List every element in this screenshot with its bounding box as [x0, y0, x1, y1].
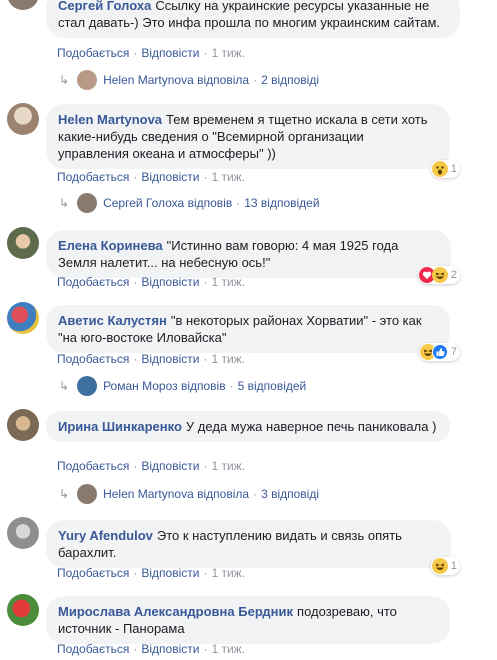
reply-count: 13 відповідей: [244, 196, 320, 210]
reaction-count: 2: [450, 269, 457, 281]
reply-link[interactable]: Відповісти: [141, 459, 199, 473]
comment-actions: Подобається · Відповісти · 1 тиж.: [57, 642, 246, 656]
comment-author[interactable]: Аветис Калустян: [58, 313, 167, 328]
comment-bubble: Yury Afendulov Это к наступлению видать и…: [46, 520, 451, 568]
avatar[interactable]: [7, 409, 39, 441]
avatar: [77, 70, 98, 90]
replies-link[interactable]: ↲ Helen Martynova відповіла · 3 відповіді: [59, 484, 319, 504]
like-link[interactable]: Подобається: [57, 275, 129, 289]
reply-verb: відповів: [180, 379, 226, 393]
comment-author[interactable]: Yury Afendulov: [58, 528, 153, 543]
replies-link[interactable]: ↲ Helen Martynova відповіла · 2 відповіді: [59, 70, 319, 90]
reply-arrow-icon: ↲: [59, 487, 70, 501]
reply-link[interactable]: Відповісти: [141, 352, 199, 366]
comment-bubble: Елена Коринева "Истинно вам говорю: 4 мая…: [46, 230, 451, 278]
reply-verb: відповіла: [197, 73, 250, 87]
like-link[interactable]: Подобається: [57, 352, 129, 366]
reply-link[interactable]: Відповісти: [141, 566, 199, 580]
comment-actions: Подобається · Відповісти · 1 тиж.: [57, 566, 246, 580]
comment-time[interactable]: 1 тиж.: [211, 46, 245, 60]
like-link[interactable]: Подобається: [57, 459, 129, 473]
reaction-count: 1: [450, 560, 457, 572]
comment-time[interactable]: 1 тиж.: [211, 642, 245, 656]
reply-author: Сергей Голоха: [103, 196, 185, 210]
reply-arrow-icon: ↲: [59, 73, 70, 87]
reply-author: Helen Martynova: [103, 73, 194, 87]
like-reaction-icon: [431, 344, 448, 360]
avatar: [77, 376, 98, 396]
like-link[interactable]: Подобається: [57, 46, 129, 60]
comment-time[interactable]: 1 тиж.: [211, 566, 245, 580]
comment-time[interactable]: 1 тиж.: [211, 352, 245, 366]
reply-link[interactable]: Відповісти: [141, 170, 199, 184]
comment-text: У деда мужа наверное печь паниковала ): [185, 419, 437, 434]
comment-bubble: Ирина Шинкаренко У деда мужа наверное печ…: [46, 411, 450, 442]
comment-bubble: Мирослава Александровна Бердник подозрева…: [46, 596, 450, 644]
reaction-summary[interactable]: 7: [418, 343, 460, 361]
comment-bubble: Сергей Голоха Ссылку на украинские ресурс…: [46, 0, 460, 38]
avatar[interactable]: [7, 594, 39, 626]
reply-arrow-icon: ↲: [59, 379, 70, 393]
replies-link[interactable]: ↲ Сергей Голоха відповів · 13 відповідей: [59, 193, 320, 213]
haha-reaction-icon: [431, 267, 448, 283]
reply-link[interactable]: Відповісти: [141, 46, 199, 60]
reply-count: 2 відповіді: [261, 73, 319, 87]
avatar[interactable]: [7, 517, 39, 549]
like-link[interactable]: Подобається: [57, 170, 129, 184]
haha-reaction-icon: [431, 558, 448, 574]
reply-count: 5 відповідей: [237, 379, 307, 393]
comment-time[interactable]: 1 тиж.: [211, 275, 245, 289]
reply-author: Роман Мороз: [103, 379, 178, 393]
comment-author[interactable]: Елена Коринева: [58, 238, 163, 253]
wow-reaction-icon: [431, 161, 448, 177]
comment-author[interactable]: Сергей Голоха: [58, 0, 151, 13]
reaction-count: 7: [450, 346, 457, 358]
comment-bubble: Аветис Калустян "в некоторых районах Хорв…: [46, 305, 450, 353]
avatar[interactable]: [7, 227, 39, 259]
comment-actions: Подобається · Відповісти · 1 тиж.: [57, 275, 246, 289]
comment-time[interactable]: 1 тиж.: [211, 459, 245, 473]
reaction-summary[interactable]: 2: [417, 266, 460, 284]
avatar[interactable]: [7, 103, 39, 135]
comment-actions: Подобається · Відповісти · 1 тиж.: [57, 170, 246, 184]
reply-arrow-icon: ↲: [59, 196, 70, 210]
reaction-count: 1: [450, 163, 457, 175]
comment-author[interactable]: Ирина Шинкаренко: [58, 419, 182, 434]
comment-actions: Подобається · Відповісти · 1 тиж.: [57, 46, 246, 60]
like-link[interactable]: Подобається: [57, 566, 129, 580]
reply-link[interactable]: Відповісти: [141, 642, 199, 656]
reply-author: Helen Martynova: [103, 487, 194, 501]
comment-actions: Подобається · Відповісти · 1 тиж.: [57, 459, 246, 473]
reply-count: 3 відповіді: [261, 487, 319, 501]
comment-bubble: Helen Martynova Тем временем я тщетно иск…: [46, 104, 450, 169]
like-link[interactable]: Подобається: [57, 642, 129, 656]
reaction-summary[interactable]: 1: [430, 557, 460, 575]
reply-link[interactable]: Відповісти: [141, 275, 199, 289]
avatar[interactable]: [7, 0, 39, 10]
avatar: [77, 193, 98, 213]
reaction-summary[interactable]: 1: [430, 160, 460, 178]
replies-link[interactable]: ↲ Роман Мороз відповів · 5 відповідей: [59, 376, 306, 396]
avatar[interactable]: [7, 302, 39, 334]
avatar: [77, 484, 98, 504]
comment-actions: Подобається · Відповісти · 1 тиж.: [57, 352, 246, 366]
reply-verb: відповів: [187, 196, 233, 210]
comment-author[interactable]: Мирослава Александровна Бердник: [58, 604, 293, 619]
comment-author[interactable]: Helen Martynova: [58, 112, 162, 127]
reply-verb: відповіла: [197, 487, 250, 501]
comment-time[interactable]: 1 тиж.: [211, 170, 245, 184]
